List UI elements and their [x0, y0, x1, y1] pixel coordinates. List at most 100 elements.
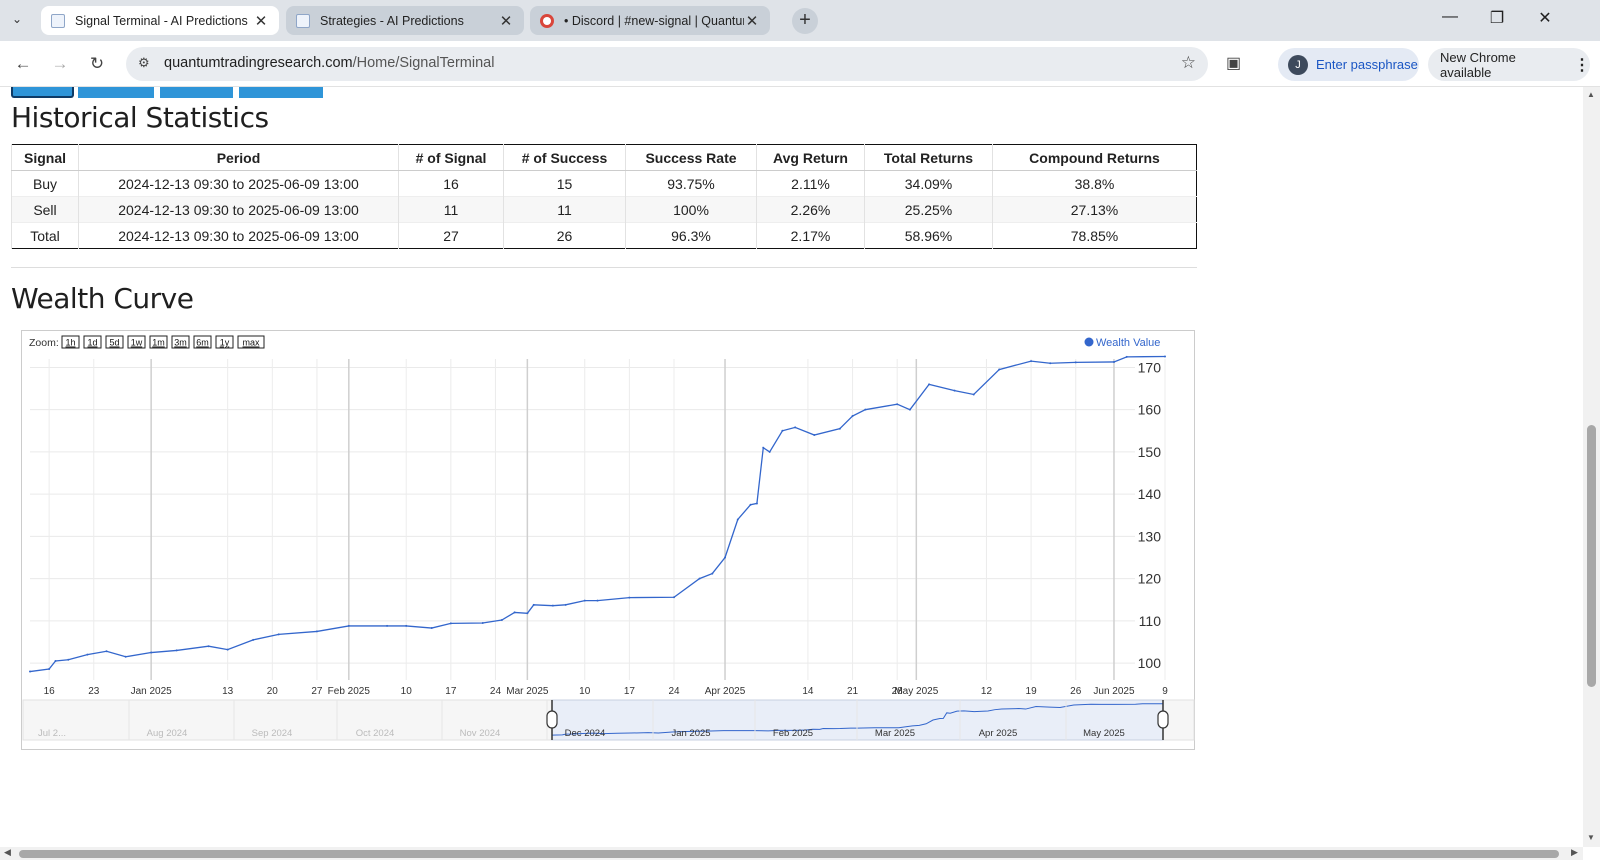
wealth-chart-svg: Jul 2... Aug 2024 Sep 2024 Oct 2024 Nov 2024…	[13, 335, 1195, 741]
zoom-button-3m[interactable]: 3m	[171, 335, 190, 349]
wealth-data-point	[755, 502, 758, 505]
zoom-button-1y[interactable]: 1y	[215, 335, 234, 349]
zoom-button-label[interactable]: 1y	[220, 338, 230, 348]
navigator-label: Jan 2025	[671, 728, 710, 739]
horizontal-scrollbar[interactable]: ◀ ▶	[0, 847, 1583, 860]
historical-statistics-heading: Historical Statistics	[11, 101, 269, 134]
wealth-curve-chart: Jul 2... Aug 2024 Sep 2024 Oct 2024 Nov 2024…	[13, 330, 1195, 750]
wealth-data-point	[1049, 362, 1052, 365]
top-nav-button[interactable]	[78, 87, 154, 98]
wealth-data-point	[48, 668, 51, 671]
vertical-scroll-thumb[interactable]	[1587, 425, 1596, 687]
browser-toolbar: ← → ↻ ⚙ quantumtradingresearch.com/Home/…	[0, 41, 1600, 87]
new-tab-plus-icon[interactable]: +	[792, 8, 818, 34]
zoom-button-label[interactable]: max	[242, 338, 260, 348]
zoom-button-5d[interactable]: 5d	[105, 335, 124, 349]
vertical-scrollbar[interactable]: ▲ ▼	[1583, 87, 1600, 847]
url-host: quantumtradingresearch.com	[164, 55, 353, 71]
legend-marker-dot-icon	[1084, 337, 1094, 347]
close-icon[interactable]: ✕	[498, 12, 514, 30]
tab-discord[interactable]: • Discord | #new-signal | Quantum ✕	[530, 6, 770, 35]
wealth-data-point	[124, 655, 127, 658]
chart-navigator[interactable]: Jul 2... Aug 2024 Sep 2024 Oct 2024 Nov 2024…	[13, 699, 1195, 741]
zoom-button-label[interactable]: 3m	[174, 338, 187, 348]
close-icon[interactable]: ✕	[744, 12, 760, 30]
wealth-data-point	[794, 426, 797, 429]
navigator-handle[interactable]	[1157, 710, 1169, 729]
table-row: Sell 2024-12-13 09:30 to 2025-06-09 13:0…	[11, 196, 1197, 223]
legend-label[interactable]: Wealth Value	[1096, 337, 1160, 349]
table-cell: 11	[398, 196, 504, 223]
new-chrome-available-button[interactable]: New Chrome available ⋮	[1428, 48, 1590, 81]
close-icon[interactable]: ✕	[253, 12, 269, 30]
x-tick-label: 23	[88, 686, 100, 697]
top-nav-button[interactable]	[11, 87, 74, 98]
scroll-left-arrow-icon[interactable]: ◀	[4, 847, 11, 858]
chart-gridlines	[30, 359, 1166, 680]
y-tick-label: 160	[1138, 402, 1162, 418]
tab-strategies[interactable]: Strategies - AI Predictions ✕	[286, 6, 524, 35]
page-content: Historical Statistics Signal Period # of…	[0, 87, 1583, 847]
navigator-handle[interactable]	[546, 710, 558, 729]
scroll-up-arrow-icon[interactable]: ▲	[1587, 90, 1595, 99]
wealth-data-point	[628, 596, 631, 599]
forward-arrow-icon[interactable]: →	[46, 50, 74, 78]
x-tick-label: Jan 2025	[131, 686, 173, 697]
column-header: Success Rate	[625, 144, 757, 171]
zoom-button-label[interactable]: 6m	[196, 338, 209, 348]
navigator-label: Sep 2024	[252, 728, 293, 739]
bookmark-star-icon[interactable]: ☆	[1181, 53, 1196, 73]
url-text[interactable]: quantumtradingresearch.com/Home/SignalTe…	[164, 55, 494, 71]
zoom-button-max[interactable]: max	[237, 335, 265, 349]
x-tick-label: 9	[1162, 686, 1168, 697]
zoom-button-label[interactable]: 1m	[152, 338, 165, 348]
navigator-label: Mar 2025	[875, 728, 915, 739]
top-nav-button[interactable]	[239, 87, 323, 98]
zoom-button-1d[interactable]: 1d	[83, 335, 102, 349]
zoom-button-1h[interactable]: 1h	[61, 335, 80, 349]
wealth-data-point	[749, 503, 752, 506]
wealth-data-point	[698, 577, 701, 580]
url-path: /Home/SignalTerminal	[352, 55, 495, 71]
zoom-button-label[interactable]: 1d	[87, 338, 97, 348]
extensions-puzzle-icon[interactable]: ▣	[1226, 53, 1241, 73]
scroll-right-arrow-icon[interactable]: ▶	[1571, 847, 1578, 858]
zoom-button-label[interactable]: 1h	[65, 338, 75, 348]
enter-passphrase-button[interactable]: J Enter passphrase	[1278, 48, 1419, 81]
wealth-data-point	[29, 670, 31, 673]
wealth-data-point	[67, 658, 70, 661]
restore-icon[interactable]: ❐	[1482, 8, 1512, 32]
column-header: # of Success	[503, 144, 626, 171]
wealth-data-point	[532, 603, 535, 606]
tab-signal-terminal[interactable]: Signal Terminal - AI Predictions ✕	[41, 6, 279, 35]
wealth-data-point	[1125, 355, 1128, 358]
column-header: Signal	[11, 144, 79, 171]
zoom-button-label[interactable]: 1w	[131, 338, 143, 348]
zoom-button-6m[interactable]: 6m	[193, 335, 212, 349]
address-bar[interactable]: ⚙ quantumtradingresearch.com/Home/Signal…	[126, 47, 1208, 81]
column-header: Compound Returns	[992, 144, 1197, 171]
zoom-button-label[interactable]: 5d	[109, 338, 119, 348]
zoom-controls: Zoom: 1h 1d 5d 1w 1m 3m 6m 1y max	[29, 335, 265, 349]
x-tick-label: May 2025	[894, 686, 938, 697]
x-tick-label: 24	[490, 686, 502, 697]
window-close-icon[interactable]: ✕	[1530, 8, 1560, 32]
back-arrow-icon[interactable]: ←	[9, 50, 37, 78]
wealth-data-point	[953, 389, 956, 392]
wealth-data-point	[347, 624, 350, 627]
minimize-icon[interactable]: —	[1435, 8, 1465, 32]
scroll-down-arrow-icon[interactable]: ▼	[1587, 833, 1595, 842]
horizontal-scroll-thumb[interactable]	[19, 850, 1559, 858]
table-cell: 2024-12-13 09:30 to 2025-06-09 13:00	[78, 170, 399, 197]
zoom-button-1w[interactable]: 1w	[127, 335, 146, 349]
table-cell: 2.11%	[756, 170, 865, 197]
navigator-label: Aug 2024	[147, 728, 188, 739]
zoom-button-1m[interactable]: 1m	[149, 335, 168, 349]
update-label: New Chrome available	[1440, 49, 1516, 80]
site-settings-icon[interactable]: ⚙	[138, 55, 150, 71]
top-nav-button[interactable]	[160, 87, 233, 98]
wealth-data-point	[896, 403, 899, 406]
reload-icon[interactable]: ↻	[83, 50, 111, 78]
tab-search-chevron-icon[interactable]: ⌄	[12, 12, 22, 26]
wealth-data-point	[724, 556, 727, 559]
